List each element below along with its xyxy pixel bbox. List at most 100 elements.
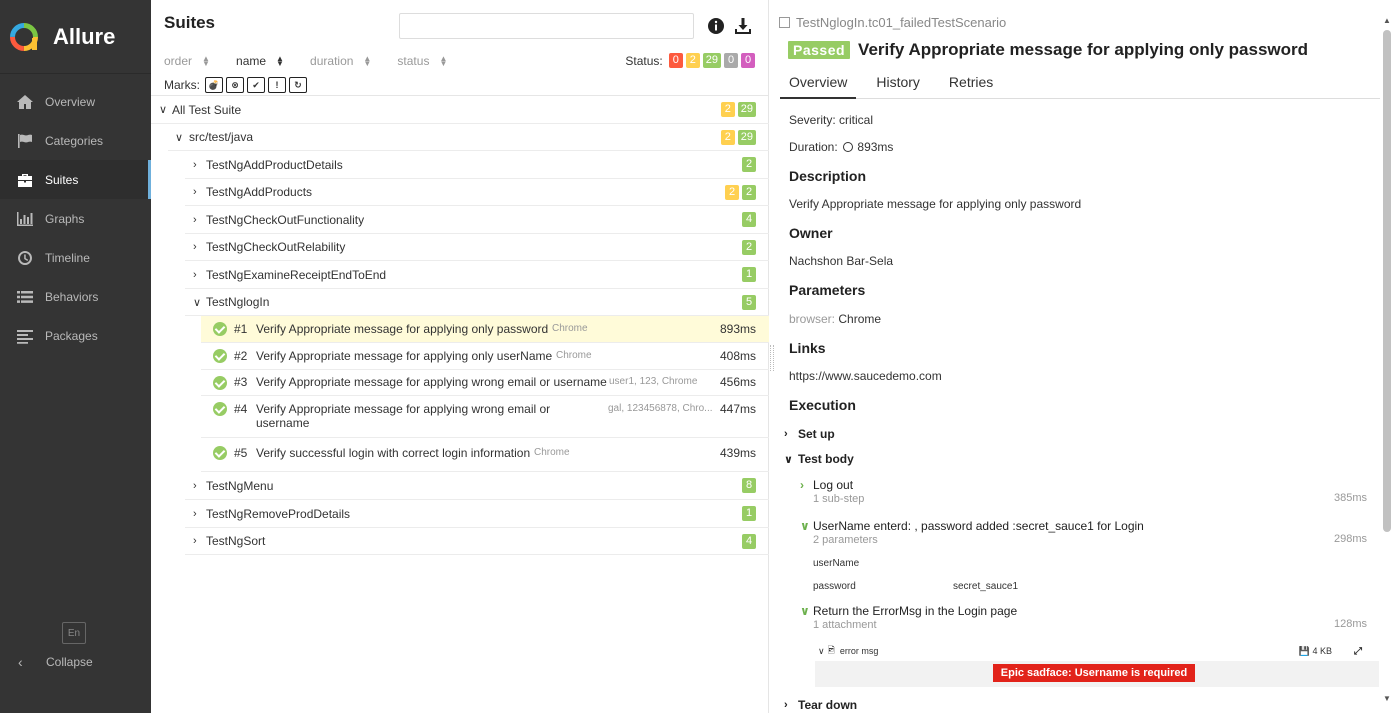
tree-node-name: TestNgMenu	[206, 478, 274, 493]
passed-count-badge: 1	[742, 267, 756, 282]
tree-node-name: TestNgAddProductDetails	[206, 157, 343, 172]
sidebar-item-label: Packages	[45, 328, 98, 343]
sort-label: duration	[310, 54, 354, 68]
mark-new-failed-icon[interactable]: ⊗	[226, 77, 244, 93]
passed-count-badge: 29	[737, 129, 756, 145]
collapse-label: Collapse	[46, 655, 93, 669]
sidebar-item-behaviors[interactable]: Behaviors	[0, 277, 151, 316]
fullscreen-icon[interactable]: ⤢	[1354, 646, 1362, 657]
sidebar-item-suites[interactable]: Suites	[0, 160, 151, 199]
tree-node-suite[interactable]: › TestNgCheckOutRelability 2	[185, 234, 769, 261]
tree-node-counts: 4	[742, 533, 756, 549]
tree-node-name: TestNgExamineReceiptEndToEnd	[206, 267, 387, 282]
marks-label: Marks:	[164, 78, 200, 92]
mark-flaky-icon[interactable]: 💣	[205, 77, 223, 93]
tab-history[interactable]: History	[867, 70, 929, 99]
mark-new-passed-icon[interactable]: ✔	[247, 77, 265, 93]
tree-node-root[interactable]: ∨ All Test Suite 2 29	[151, 96, 769, 124]
tree-node-name: TestNgRemoveProdDetails	[206, 506, 351, 521]
link[interactable]: https://www.saucedemo.com	[789, 369, 942, 383]
attachment-row[interactable]: ∨ 🖻 error msg 💾 4 KB ⤢	[818, 643, 1368, 659]
test-case-row[interactable]: #2 Verify Appropriate message for applyi…	[201, 343, 769, 370]
allure-report-app: Allure Overview Categories Suites Graphs…	[0, 0, 1398, 713]
duration-value: 893ms	[857, 140, 894, 154]
scroll-down-icon[interactable]: ▼	[1383, 694, 1391, 703]
tree-node-suite[interactable]: › TestNgSort 4	[185, 528, 769, 555]
sidebar-item-graphs[interactable]: Graphs	[0, 199, 151, 238]
status-failed-toggle[interactable]: 0	[668, 53, 683, 68]
tree-node-package[interactable]: ∨ src/test/java 2 29	[168, 124, 769, 151]
step-enter-credentials[interactable]: ∨ UserName enterd: , password added :secr…	[800, 519, 1367, 546]
owner-heading: Owner	[789, 225, 833, 241]
sidebar-item-packages[interactable]: Packages	[0, 316, 151, 355]
scroll-up-icon[interactable]: ▲	[1383, 16, 1391, 25]
tree-node-name: TestNgAddProducts	[206, 185, 313, 199]
mark-retries-icon[interactable]: ↻	[289, 77, 307, 93]
passed-count-badge: 2	[742, 184, 756, 200]
setup-stage[interactable]: › Set up	[784, 427, 835, 441]
tree-node-counts: 1	[742, 267, 756, 282]
chevron-right-icon: ›	[193, 241, 197, 253]
test-case-row[interactable]: #5 Verify successful login with correct …	[201, 438, 769, 472]
test-case-number: #4	[234, 402, 248, 416]
breadcrumb-text: TestNglogIn.tc01_failedTestScenario	[796, 15, 1007, 30]
sidebar-item-categories[interactable]: Categories	[0, 121, 151, 160]
image-file-icon: 🖻	[827, 645, 835, 655]
overview-content: Severity: critical Duration: 893ms Descr…	[775, 100, 1380, 713]
tree-node-counts: 2 2	[725, 184, 756, 200]
tree-node-counts: 5	[742, 294, 756, 310]
home-icon	[15, 94, 35, 110]
test-case-row[interactable]: #4 Verify Appropriate message for applyi…	[201, 396, 769, 438]
test-case-number: #5	[234, 446, 248, 460]
info-icon[interactable]	[707, 17, 725, 35]
sort-by-order[interactable]: order ▲ ▼	[164, 54, 210, 68]
tree-node-suite[interactable]: › TestNgRemoveProdDetails 1	[185, 500, 769, 528]
step-log-out[interactable]: › Log out 1 sub-step 385ms	[800, 478, 1367, 505]
teardown-stage[interactable]: › Tear down	[784, 698, 857, 712]
tab-overview[interactable]: Overview	[780, 70, 857, 99]
test-case-params: Chrome	[534, 447, 570, 458]
sort-by-status[interactable]: status ▲ ▼	[397, 54, 447, 68]
sidebar-item-label: Suites	[45, 172, 79, 187]
step-name: Return the ErrorMsg in the Login page	[813, 604, 1018, 618]
sidebar-item-overview[interactable]: Overview	[0, 82, 151, 121]
pane-splitter-handle[interactable]	[770, 345, 774, 371]
scrollbar-thumb[interactable]	[1383, 30, 1391, 532]
detail-scrollbar[interactable]: ▲ ▼	[1381, 16, 1394, 708]
test-case-row[interactable]: #3 Verify Appropriate message for applyi…	[201, 370, 769, 396]
language-button[interactable]: En	[62, 622, 86, 644]
status-passed-toggle[interactable]: 29	[702, 53, 721, 68]
passed-count-badge: 2	[742, 157, 756, 172]
status-unknown-toggle[interactable]: 0	[741, 53, 755, 68]
tab-retries[interactable]: Retries	[940, 70, 1002, 99]
tree-node-suite[interactable]: › TestNgAddProducts 2 2	[185, 179, 769, 206]
sort-label: status	[397, 54, 430, 68]
brand[interactable]: Allure	[0, 0, 151, 74]
chevron-right-icon: ›	[784, 699, 788, 711]
tree-node-suite[interactable]: › TestNgExamineReceiptEndToEnd 1	[185, 261, 769, 289]
tree-node-suite[interactable]: › TestNgCheckOutFunctionality 4	[185, 206, 769, 234]
breadcrumb[interactable]: TestNglogIn.tc01_failedTestScenario	[779, 15, 1006, 30]
download-icon[interactable]	[734, 17, 752, 35]
search-input[interactable]	[399, 13, 694, 39]
tree-node-suite[interactable]: › TestNgMenu 8	[185, 472, 769, 500]
status-skipped-toggle[interactable]: 0	[724, 53, 738, 68]
sidebar-item-timeline[interactable]: Timeline	[0, 238, 151, 277]
sidebar-item-label: Overview	[45, 94, 96, 109]
collapse-button[interactable]: ‹ Collapse	[18, 654, 93, 670]
passed-count-badge: 29	[737, 102, 756, 117]
test-title: Verify Appropriate message for applying …	[858, 40, 1309, 59]
clock-icon	[843, 142, 854, 152]
step-return-error[interactable]: ∨ Return the ErrorMsg in the Login page 1…	[800, 604, 1367, 631]
tree-node-suite-expanded[interactable]: ∨ TestNglogIn 5	[185, 289, 769, 316]
test-case-params: Chrome	[552, 323, 588, 334]
chevron-left-icon: ‹	[18, 654, 23, 670]
test-case-row[interactable]: #1 Verify Appropriate message for applyi…	[201, 316, 769, 343]
tree-node-suite[interactable]: › TestNgAddProductDetails 2	[185, 151, 769, 179]
attachment-size: 💾 4 KB	[1298, 645, 1332, 656]
sort-by-duration[interactable]: duration ▲ ▼	[310, 54, 371, 68]
sort-by-name[interactable]: name ▲ ▼	[236, 54, 284, 68]
status-broken-toggle[interactable]: 2	[685, 53, 700, 68]
mark-new-broken-icon[interactable]: !	[268, 77, 286, 93]
test-body-stage[interactable]: ∨ Test body	[784, 452, 854, 466]
